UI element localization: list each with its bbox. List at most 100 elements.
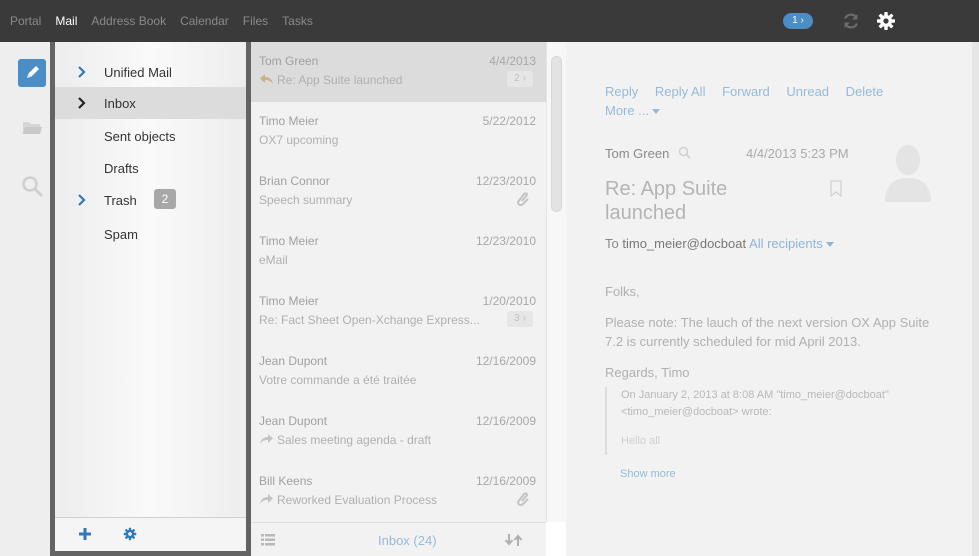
folder-count-label: Inbox (24) bbox=[378, 533, 437, 548]
refresh-icon[interactable] bbox=[842, 12, 860, 30]
body-paragraph: Folks, bbox=[605, 284, 640, 299]
forward-button[interactable]: Forward bbox=[722, 84, 770, 99]
mail-toolbar: Reply Reply All Forward Unread Delete Mo… bbox=[605, 82, 935, 120]
folder-settings-icon[interactable] bbox=[123, 527, 137, 541]
all-recipients-label: All recipients bbox=[749, 236, 823, 251]
scrollbar-thumb[interactable] bbox=[551, 56, 562, 212]
top-nav: Portal Mail Address Book Calendar Files … bbox=[0, 0, 327, 42]
message-row[interactable]: Jean Dupont 12/16/2009 Sales meeting age… bbox=[251, 402, 546, 462]
folder-label: Trash bbox=[104, 192, 137, 208]
add-folder-icon[interactable] bbox=[78, 527, 92, 541]
mail-subject: Re: App Suite launched bbox=[605, 178, 728, 224]
unread-count-badge: 2 bbox=[154, 189, 176, 209]
pane-edge bbox=[972, 42, 979, 556]
reply-button[interactable]: Reply bbox=[605, 84, 638, 99]
nav-calendar[interactable]: Calendar bbox=[180, 14, 229, 28]
quote-header: On January 2, 2013 at 8:08 AM "timo_meie… bbox=[621, 389, 889, 418]
body-paragraph: Regards, Timo bbox=[605, 365, 690, 380]
reading-pane: Reply Reply All Forward Unread Delete Mo… bbox=[566, 42, 979, 556]
folder-tree: Unified Mail Inbox Sent objects Drafts T… bbox=[50, 42, 251, 556]
nav-tasks[interactable]: Tasks bbox=[282, 14, 313, 28]
list-view-icon[interactable] bbox=[261, 534, 275, 546]
caret-down-icon bbox=[826, 242, 835, 247]
quoted-text: On January 2, 2013 at 8:08 AM "timo_meie… bbox=[605, 387, 935, 455]
message-sender: Brian Connor bbox=[259, 174, 330, 188]
message-sender: Tom Green bbox=[259, 54, 319, 68]
folder-sent-objects[interactable]: Sent objects bbox=[55, 120, 246, 152]
notification-badge[interactable]: 1 › bbox=[783, 13, 813, 29]
chevron-right-icon[interactable] bbox=[77, 194, 87, 206]
message-date: 12/23/2010 bbox=[475, 174, 536, 188]
nav-address-book[interactable]: Address Book bbox=[91, 14, 166, 28]
message-row[interactable]: Bill Keens 12/16/2009 Reworked Evaluatio… bbox=[251, 462, 546, 522]
mail-recipients: To timo_meier@docboat All recipients bbox=[605, 236, 835, 251]
message-list-scrollbar[interactable] bbox=[546, 42, 566, 522]
folder-icon[interactable] bbox=[22, 118, 42, 136]
message-subject: OX7 upcoming bbox=[259, 133, 339, 147]
message-sender: Timo Meier bbox=[259, 234, 319, 248]
folder-unified-mail[interactable]: Unified Mail bbox=[55, 56, 246, 88]
message-date: 1/20/2010 bbox=[482, 294, 536, 308]
thread-count-badge[interactable]: 3 › bbox=[507, 311, 533, 327]
message-row[interactable]: Timo Meier 12/23/2010 eMail bbox=[251, 222, 546, 282]
message-list-footer: Inbox (24) bbox=[251, 522, 546, 556]
recipient-address[interactable]: timo_meier@docboat bbox=[622, 236, 746, 251]
folder-spam[interactable]: Spam bbox=[55, 218, 246, 250]
delete-button[interactable]: Delete bbox=[846, 84, 884, 99]
nav-portal[interactable]: Portal bbox=[10, 14, 41, 28]
message-date: 12/23/2010 bbox=[475, 234, 536, 248]
compose-button[interactable] bbox=[18, 59, 46, 87]
bookmark-icon[interactable] bbox=[830, 180, 842, 197]
message-subject: Reworked Evaluation Process bbox=[277, 493, 438, 507]
message-row[interactable]: Tom Green 4/4/2013 Re: App Suite launche… bbox=[251, 42, 546, 102]
mail-sender[interactable]: Tom Green bbox=[605, 146, 669, 161]
search-icon[interactable] bbox=[21, 175, 43, 197]
message-row[interactable]: Timo Meier 5/22/2012 OX7 upcoming bbox=[251, 102, 546, 162]
mail-body: Folks, Please note: The lauch of the nex… bbox=[605, 282, 945, 394]
message-subject: eMail bbox=[259, 253, 288, 267]
message-date: 4/4/2013 bbox=[489, 54, 536, 68]
compose-icon bbox=[27, 66, 39, 78]
message-row[interactable]: Timo Meier 1/20/2010 Re: Fact Sheet Open… bbox=[251, 282, 546, 342]
search-icon[interactable] bbox=[678, 146, 691, 159]
top-bar: Portal Mail Address Book Calendar Files … bbox=[0, 0, 979, 42]
app-rail bbox=[0, 42, 50, 556]
message-sender: Timo Meier bbox=[259, 294, 319, 308]
message-sender: Jean Dupont bbox=[259, 354, 328, 368]
thread-count-badge[interactable]: 2 › bbox=[507, 71, 533, 87]
chevron-right-icon[interactable] bbox=[77, 97, 87, 109]
unread-button[interactable]: Unread bbox=[786, 84, 829, 99]
paperclip-icon bbox=[516, 192, 529, 206]
message-date: 5/22/2012 bbox=[482, 114, 536, 128]
caret-down-icon bbox=[652, 108, 661, 114]
message-sender: Timo Meier bbox=[259, 114, 319, 128]
message-subject: Votre commande a été traitée bbox=[259, 373, 417, 387]
nav-mail[interactable]: Mail bbox=[55, 14, 77, 28]
folder-drafts[interactable]: Drafts bbox=[55, 152, 246, 184]
message-row[interactable]: Brian Connor 12/23/2010 Speech summary bbox=[251, 162, 546, 222]
message-subject: Re: Fact Sheet Open-Xchange Express... bbox=[259, 313, 480, 327]
message-date: 12/16/2009 bbox=[475, 414, 536, 428]
quote-fade: Hello all bbox=[621, 435, 661, 447]
show-more-link[interactable]: Show more bbox=[620, 468, 676, 480]
more-label: More ... bbox=[605, 103, 650, 118]
folder-label: Sent objects bbox=[104, 128, 176, 144]
message-sender: Bill Keens bbox=[259, 474, 313, 488]
folder-label: Unified Mail bbox=[104, 64, 172, 80]
message-list: Tom Green 4/4/2013 Re: App Suite launche… bbox=[251, 42, 546, 556]
message-row[interactable]: Jean Dupont 12/16/2009 Votre commande a … bbox=[251, 342, 546, 402]
settings-gear-icon[interactable] bbox=[876, 11, 896, 31]
all-recipients-toggle[interactable]: All recipients bbox=[749, 236, 835, 251]
folder-label: Inbox bbox=[104, 95, 136, 111]
folder-trash[interactable]: Trash 2 bbox=[55, 184, 246, 216]
chevron-right-icon[interactable] bbox=[77, 66, 87, 78]
message-subject: Speech summary bbox=[259, 193, 353, 207]
more-button[interactable]: More ... bbox=[605, 103, 661, 118]
message-date: 12/16/2009 bbox=[475, 354, 536, 368]
reply-all-button[interactable]: Reply All bbox=[655, 84, 706, 99]
message-date: 12/16/2009 bbox=[475, 474, 536, 488]
avatar-icon bbox=[885, 145, 931, 202]
nav-files[interactable]: Files bbox=[243, 14, 268, 28]
folder-inbox[interactable]: Inbox bbox=[55, 87, 246, 119]
sort-icon[interactable] bbox=[504, 533, 524, 547]
